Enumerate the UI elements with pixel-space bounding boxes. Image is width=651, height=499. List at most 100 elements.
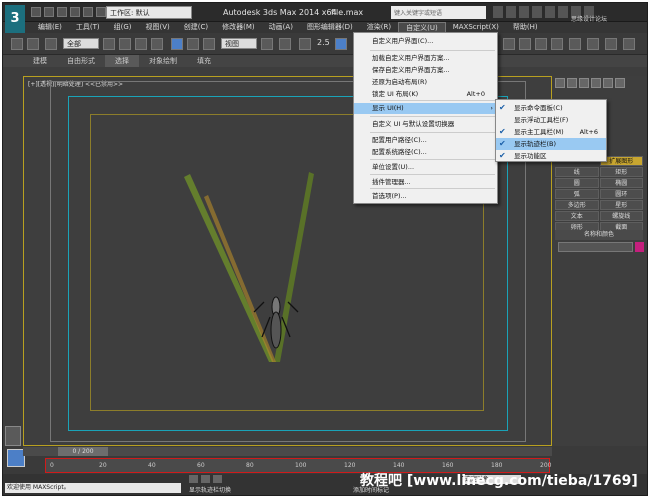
schematic-view-icon[interactable]	[503, 38, 515, 50]
object-type-button[interactable]: 星形	[599, 200, 643, 210]
customize-menu-item[interactable]: 锁定 UI 布局(K) Alt+0	[354, 89, 497, 100]
object-type-button[interactable]: 多边形	[555, 200, 599, 210]
redo-icon[interactable]	[83, 7, 93, 17]
rendered-frame-icon[interactable]	[551, 38, 563, 50]
menu-item[interactable]: 创建(C)	[177, 22, 215, 33]
object-type-button[interactable]: 圆	[555, 178, 599, 188]
help-icon[interactable]	[545, 6, 555, 18]
favorites-icon[interactable]	[532, 6, 542, 18]
menu-item[interactable]: 编辑(E)	[31, 22, 69, 33]
render-production-icon[interactable]	[569, 38, 581, 50]
select-rotate-icon[interactable]	[187, 38, 199, 50]
customize-menu-item[interactable]: 保存自定义用户界面方案...	[354, 65, 497, 76]
communication-icon[interactable]	[519, 6, 529, 18]
create-tab-icon[interactable]	[555, 78, 565, 88]
show-ui-item[interactable]: 显示浮动工具栏(F)	[496, 114, 606, 126]
show-ui-item[interactable]: ✔ 显示命令面板(C)	[496, 102, 606, 114]
select-manipulate-icon[interactable]	[279, 38, 291, 50]
workspace-dropdown[interactable]: 工作区: 默认	[106, 6, 192, 19]
insect-model[interactable]	[174, 162, 314, 362]
activeshade-icon[interactable]	[605, 38, 617, 50]
reference-coordinate-dropdown[interactable]: 视图	[221, 38, 257, 49]
selection-lock-icon[interactable]	[189, 475, 198, 483]
object-color-swatch[interactable]	[635, 242, 644, 252]
customize-menu-item[interactable]: 首选项(P)...	[354, 191, 497, 202]
motion-tab-icon[interactable]	[591, 78, 601, 88]
material-editor-icon[interactable]	[519, 38, 531, 50]
menu-item[interactable]: 帮助(H)	[506, 22, 545, 33]
search-input[interactable]: 键入关键字或短语	[391, 6, 486, 19]
menu-item[interactable]: 修改器(M)	[215, 22, 262, 33]
render-setup-icon[interactable]	[535, 38, 547, 50]
rectangular-selection-icon[interactable]	[135, 38, 147, 50]
menu-item[interactable]: 组(G)	[107, 22, 139, 33]
app-logo-button[interactable]: 3	[5, 5, 25, 33]
subscription-icon[interactable]	[506, 6, 516, 18]
save-file-icon[interactable]	[57, 7, 67, 17]
ribbon-tab[interactable]: 自由形式	[57, 55, 105, 67]
time-slider[interactable]: 0 / 200	[58, 447, 108, 456]
hierarchy-tab-icon[interactable]	[579, 78, 589, 88]
search-icon[interactable]	[493, 6, 503, 18]
object-type-button[interactable]: 螺旋线	[599, 211, 643, 221]
show-ui-item[interactable]: ✔ 显示功能区	[496, 150, 606, 162]
object-name-field[interactable]	[558, 242, 633, 252]
undo-icon[interactable]	[70, 7, 80, 17]
show-ui-item[interactable]: ✔ 显示轨迹栏(B)	[496, 138, 606, 150]
object-type-button[interactable]: 线	[555, 167, 599, 177]
customize-menu-item[interactable]: 配置系统路径(C)...	[354, 147, 497, 158]
customize-menu-item[interactable]: 自定义 UI 与默认设置切换器	[354, 119, 497, 130]
select-object-icon[interactable]	[103, 38, 115, 50]
select-scale-icon[interactable]	[203, 38, 215, 50]
new-file-icon[interactable]	[31, 7, 41, 17]
project-folder-icon[interactable]	[96, 7, 106, 17]
isolate-icon[interactable]	[213, 475, 222, 483]
ribbon-tab[interactable]: 填充	[187, 55, 221, 67]
time-slider-track[interactable]: 0 / 200	[23, 447, 552, 456]
select-move-icon[interactable]	[171, 38, 183, 50]
angle-snap-icon[interactable]	[335, 38, 347, 50]
undo-toolbar-icon[interactable]	[11, 38, 23, 50]
maxscript-listener[interactable]: 欢迎使用 MAXScript。	[5, 483, 181, 493]
object-type-button[interactable]: 文本	[555, 211, 599, 221]
customize-menu-item[interactable]: 单位设置(U)...	[354, 162, 497, 173]
render-online-icon[interactable]	[623, 38, 635, 50]
customize-menu-item[interactable]: 还原为启动布局(R)	[354, 77, 497, 88]
ribbon-tab[interactable]: 对象绘制	[139, 55, 187, 67]
quick-access-toolbar	[31, 7, 106, 19]
render-iterative-icon[interactable]	[587, 38, 599, 50]
pivot-center-icon[interactable]	[261, 38, 273, 50]
menu-item[interactable]: 视图(V)	[139, 22, 177, 33]
customize-menu-item[interactable]: 显示 UI(H) ›	[354, 103, 497, 114]
keyboard-shortcut-icon[interactable]	[299, 38, 311, 50]
customize-menu-item[interactable]: 加载自定义用户界面方案...	[354, 53, 497, 64]
display-tab-icon[interactable]	[603, 78, 613, 88]
absolute-mode-icon[interactable]	[201, 475, 210, 483]
object-type-button[interactable]: 椭圆	[599, 178, 643, 188]
snap-toggle[interactable]: 2.5	[317, 38, 330, 47]
link-icon[interactable]	[45, 38, 57, 50]
open-file-icon[interactable]	[44, 7, 54, 17]
minimize-icon[interactable]	[558, 6, 568, 18]
modify-tab-icon[interactable]	[567, 78, 577, 88]
ribbon-tab[interactable]: 建模	[23, 55, 57, 67]
customize-menu-item[interactable]: 自定义用户界面(C)...	[354, 36, 497, 47]
selection-filter-dropdown[interactable]: 全部	[63, 38, 99, 49]
object-type-button[interactable]: 圆环	[599, 189, 643, 199]
viewport-scroll-handle[interactable]	[5, 426, 21, 446]
show-ui-item[interactable]: ✔ 显示主工具栏(M) Alt+6	[496, 126, 606, 138]
customize-menu-item[interactable]: 插件管理器...	[354, 177, 497, 188]
object-type-button[interactable]: 弧	[555, 189, 599, 199]
menu-item[interactable]: 动画(A)	[262, 22, 300, 33]
select-by-name-icon[interactable]	[119, 38, 131, 50]
object-type-button[interactable]: 矩形	[599, 167, 643, 177]
menu-item-label: 配置系统路径(C)...	[372, 148, 427, 156]
window-crossing-icon[interactable]	[151, 38, 163, 50]
redo-toolbar-icon[interactable]	[27, 38, 39, 50]
utilities-tab-icon[interactable]	[615, 78, 625, 88]
name-color-rollout[interactable]: 名称和颜色	[555, 230, 643, 240]
ribbon-tab[interactable]: 选择	[105, 55, 139, 67]
menu-item[interactable]: 工具(T)	[69, 22, 107, 33]
customize-menu-item[interactable]: 配置用户路径(C)...	[354, 135, 497, 146]
menu-item[interactable]: 图形编辑器(D)	[300, 22, 360, 33]
